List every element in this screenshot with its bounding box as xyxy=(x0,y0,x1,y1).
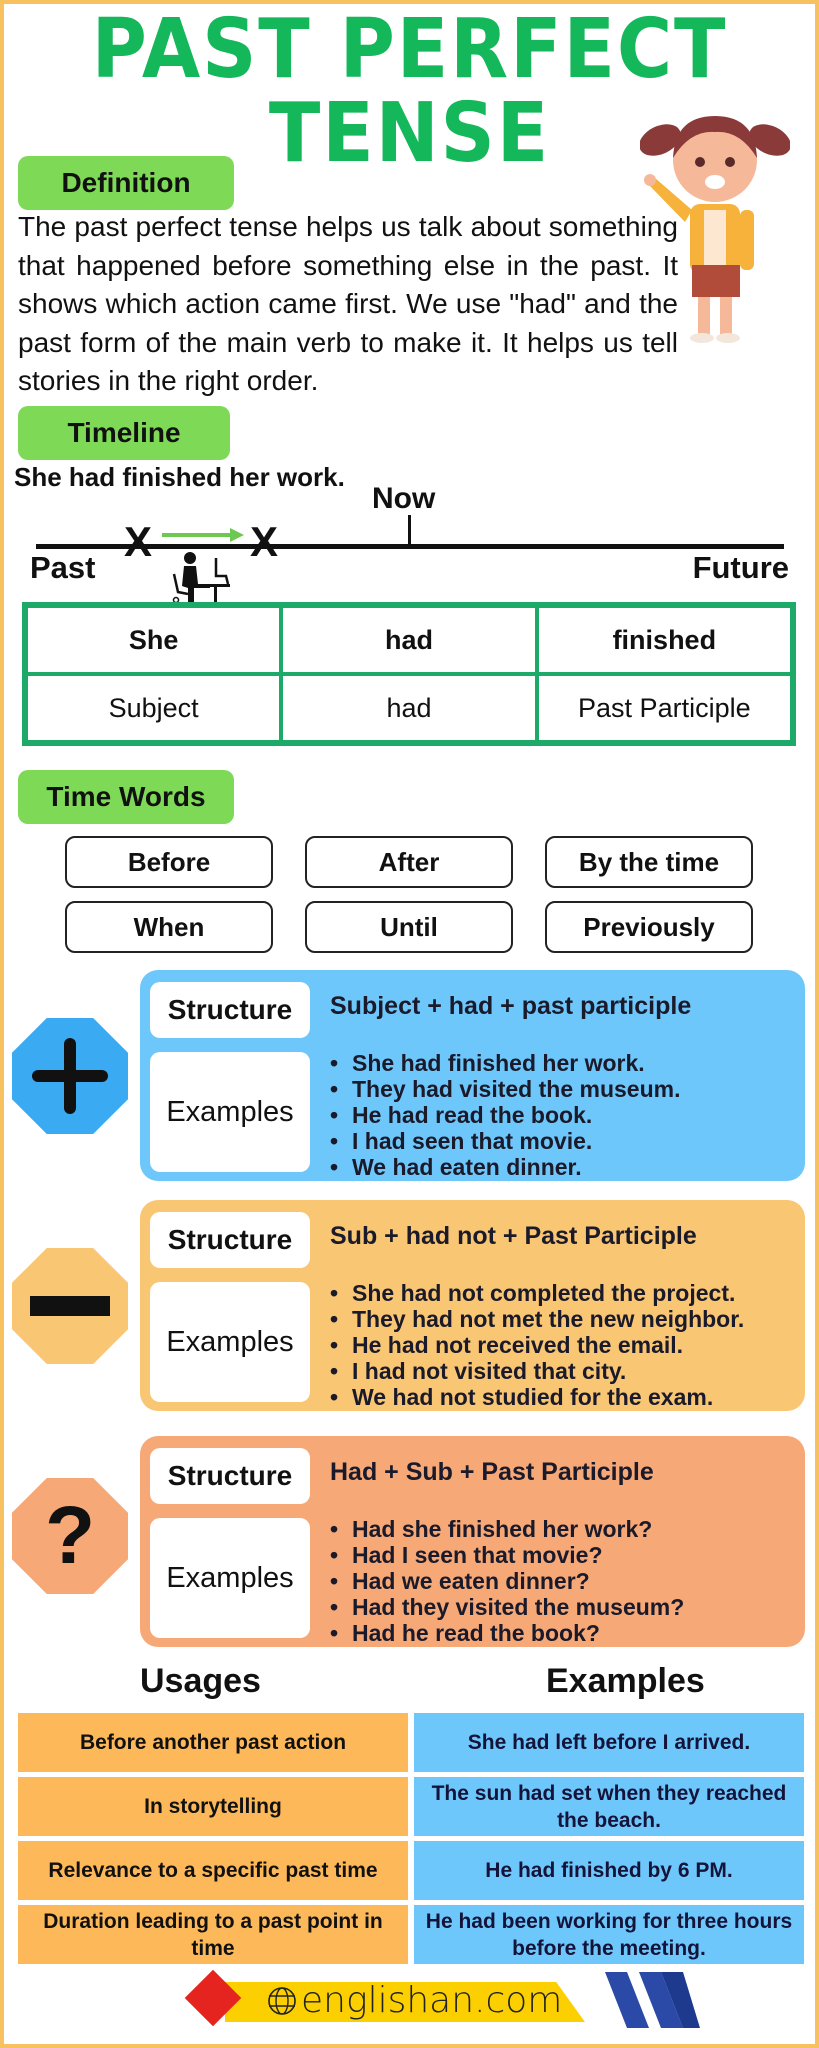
title-line-1: PAST PERFECT xyxy=(91,2,728,97)
structure-formula: Sub + had not + Past Participle xyxy=(330,1222,697,1250)
usage-row: Duration leading to a past point in time… xyxy=(18,1905,804,1964)
time-word-chip: When xyxy=(65,901,273,953)
example-item: Had we eaten dinner? xyxy=(330,1568,684,1594)
timeline-now-tick xyxy=(408,515,411,547)
example-item: We had eaten dinner. xyxy=(330,1154,680,1180)
example-item: They had visited the museum. xyxy=(330,1076,680,1102)
time-word-chip: After xyxy=(305,836,513,888)
usage-row: Before another past action She had left … xyxy=(18,1713,804,1772)
definition-label: Definition xyxy=(18,156,234,210)
structure-label: Structure xyxy=(150,982,310,1038)
timeline-label: Timeline xyxy=(18,406,230,460)
example-item: She had finished her work. xyxy=(330,1050,680,1076)
timeline-marker-start: X xyxy=(124,518,153,565)
example-item: Had she finished her work? xyxy=(330,1516,684,1542)
structure-label: Structure xyxy=(150,1448,310,1504)
examples-list: She had finished her work. They had visi… xyxy=(330,1050,680,1180)
example-item: I had seen that movie. xyxy=(330,1128,680,1154)
definition-text: The past perfect tense helps us talk abo… xyxy=(18,211,678,396)
example-item: He had not received the email. xyxy=(330,1332,744,1358)
person-at-desk-icon xyxy=(172,552,230,605)
footer-site-link[interactable]: englishan.com xyxy=(301,1980,562,2021)
minus-icon xyxy=(12,1248,128,1364)
usages-header: Usages xyxy=(140,1662,261,1700)
globe-icon xyxy=(268,1987,296,2015)
usage-cell: Relevance to a specific past time xyxy=(18,1841,408,1900)
examples-list: Had she finished her work? Had I seen th… xyxy=(330,1516,684,1646)
usage-row: In storytelling The sun had set when the… xyxy=(18,1777,804,1836)
usage-cell: In storytelling xyxy=(18,1777,408,1836)
usage-example-cell: She had left before I arrived. xyxy=(414,1713,804,1772)
formula-header-subject: She xyxy=(26,606,282,674)
example-item: She had not completed the project. xyxy=(330,1280,744,1306)
timeline-marker-end: X xyxy=(250,518,279,565)
usages-table: Before another past action She had left … xyxy=(18,1713,804,1969)
timeline-past-label: Past xyxy=(30,550,96,585)
usage-examples-header: Examples xyxy=(546,1662,705,1700)
usage-example-cell: He had been working for three hours befo… xyxy=(414,1905,804,1964)
positive-form-panel: Structure Examples Subject + had + past … xyxy=(140,970,805,1181)
usage-row: Relevance to a specific past time He had… xyxy=(18,1841,804,1900)
structure-formula: Subject + had + past participle xyxy=(330,992,692,1020)
question-form-panel: Structure Examples Had + Sub + Past Part… xyxy=(140,1436,805,1647)
usage-cell: Before another past action xyxy=(18,1713,408,1772)
timeline-now-label: Now xyxy=(372,482,436,515)
timeline-arrow-icon xyxy=(162,528,244,542)
usage-example-cell: The sun had set when they reached the be… xyxy=(414,1777,804,1836)
usage-cell: Duration leading to a past point in time xyxy=(18,1905,408,1964)
footer-brand: englishan.com xyxy=(184,1969,705,2032)
formula-part-subject: Subject xyxy=(26,674,282,742)
structure-formula: Had + Sub + Past Participle xyxy=(330,1458,654,1486)
example-item: I had not visited that city. xyxy=(330,1358,744,1384)
example-item: Had they visited the museum? xyxy=(330,1594,684,1620)
timeline-future-label: Future xyxy=(692,550,789,585)
usage-example-cell: He had finished by 6 PM. xyxy=(414,1841,804,1900)
time-word-chip: Previously xyxy=(545,901,753,953)
examples-label: Examples xyxy=(150,1282,310,1402)
negative-form-panel: Structure Examples Sub + had not + Past … xyxy=(140,1200,805,1411)
example-item: He had read the book. xyxy=(330,1102,680,1128)
formula-header-verb: finished xyxy=(536,606,792,674)
example-item: They had not met the new neighbor. xyxy=(330,1306,744,1332)
formula-header-aux: had xyxy=(281,606,537,674)
examples-list: She had not completed the project. They … xyxy=(330,1280,744,1410)
plus-icon xyxy=(12,1018,128,1134)
structure-label: Structure xyxy=(150,1212,310,1268)
question-icon: ? xyxy=(12,1478,128,1594)
examples-label: Examples xyxy=(150,1518,310,1638)
example-item: Had I seen that movie? xyxy=(330,1542,684,1568)
formula-part-verb: Past Participle xyxy=(536,674,792,742)
time-word-chip: Until xyxy=(305,901,513,953)
formula-table: She had finished Subject had Past Partic… xyxy=(22,602,796,746)
formula-part-aux: had xyxy=(281,674,537,742)
englishan-logo-icon xyxy=(605,1972,700,2028)
timeline-sentence: She had finished her work. xyxy=(14,462,345,492)
example-item: We had not studied for the exam. xyxy=(330,1384,744,1410)
time-words-label: Time Words xyxy=(18,770,234,824)
time-word-chip: Before xyxy=(65,836,273,888)
example-item: Had he read the book? xyxy=(330,1620,684,1646)
time-word-chip: By the time xyxy=(545,836,753,888)
examples-label: Examples xyxy=(150,1052,310,1172)
